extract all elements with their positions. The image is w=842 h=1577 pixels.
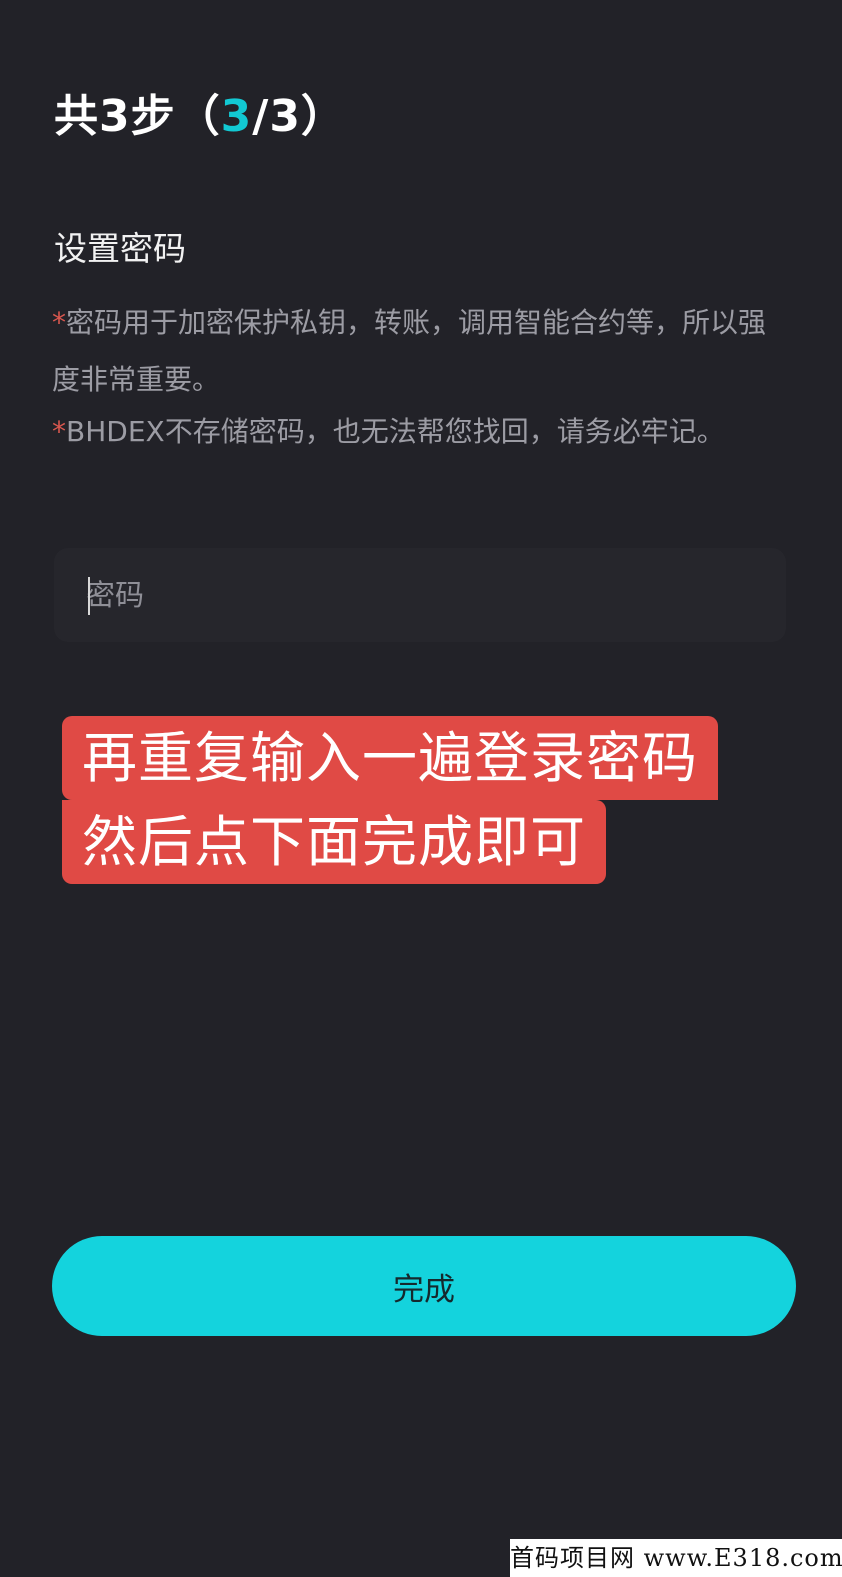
password-notice-text-2: BHDEX不存储密码，也无法帮您找回，请务必牢记。 xyxy=(66,415,725,448)
step-title-suffix: /3） xyxy=(252,91,346,142)
overlay-caption: 再重复输入一遍登录密码 然后点下面完成即可 xyxy=(62,716,782,884)
site-watermark: 首码项目网 www.E318.com xyxy=(510,1539,842,1577)
password-notice-1: *密码用于加密保护私钥，转账，调用智能合约等，所以强度非常重要。 xyxy=(52,294,772,408)
password-notice-2: *BHDEX不存储密码，也无法帮您找回，请务必牢记。 xyxy=(52,403,772,460)
step-progress-title: 共3步（3/3） xyxy=(54,84,346,150)
set-password-title: 设置密码 xyxy=(54,229,186,268)
caption-line-2: 然后点下面完成即可 xyxy=(62,800,607,884)
password-input[interactable] xyxy=(86,570,746,620)
password-field-container[interactable] xyxy=(54,548,786,642)
required-star-1: * xyxy=(52,306,66,339)
text-cursor xyxy=(88,577,90,615)
step-title-prefix: 共3步（ xyxy=(54,91,221,142)
password-notice-text-1: 密码用于加密保护私钥，转账，调用智能合约等，所以强度非常重要。 xyxy=(52,306,767,396)
caption-line-1: 再重复输入一遍登录密码 xyxy=(62,716,719,800)
current-step-number: 3 xyxy=(220,91,253,142)
required-star-2: * xyxy=(52,415,66,448)
done-button[interactable]: 完成 xyxy=(52,1236,796,1336)
